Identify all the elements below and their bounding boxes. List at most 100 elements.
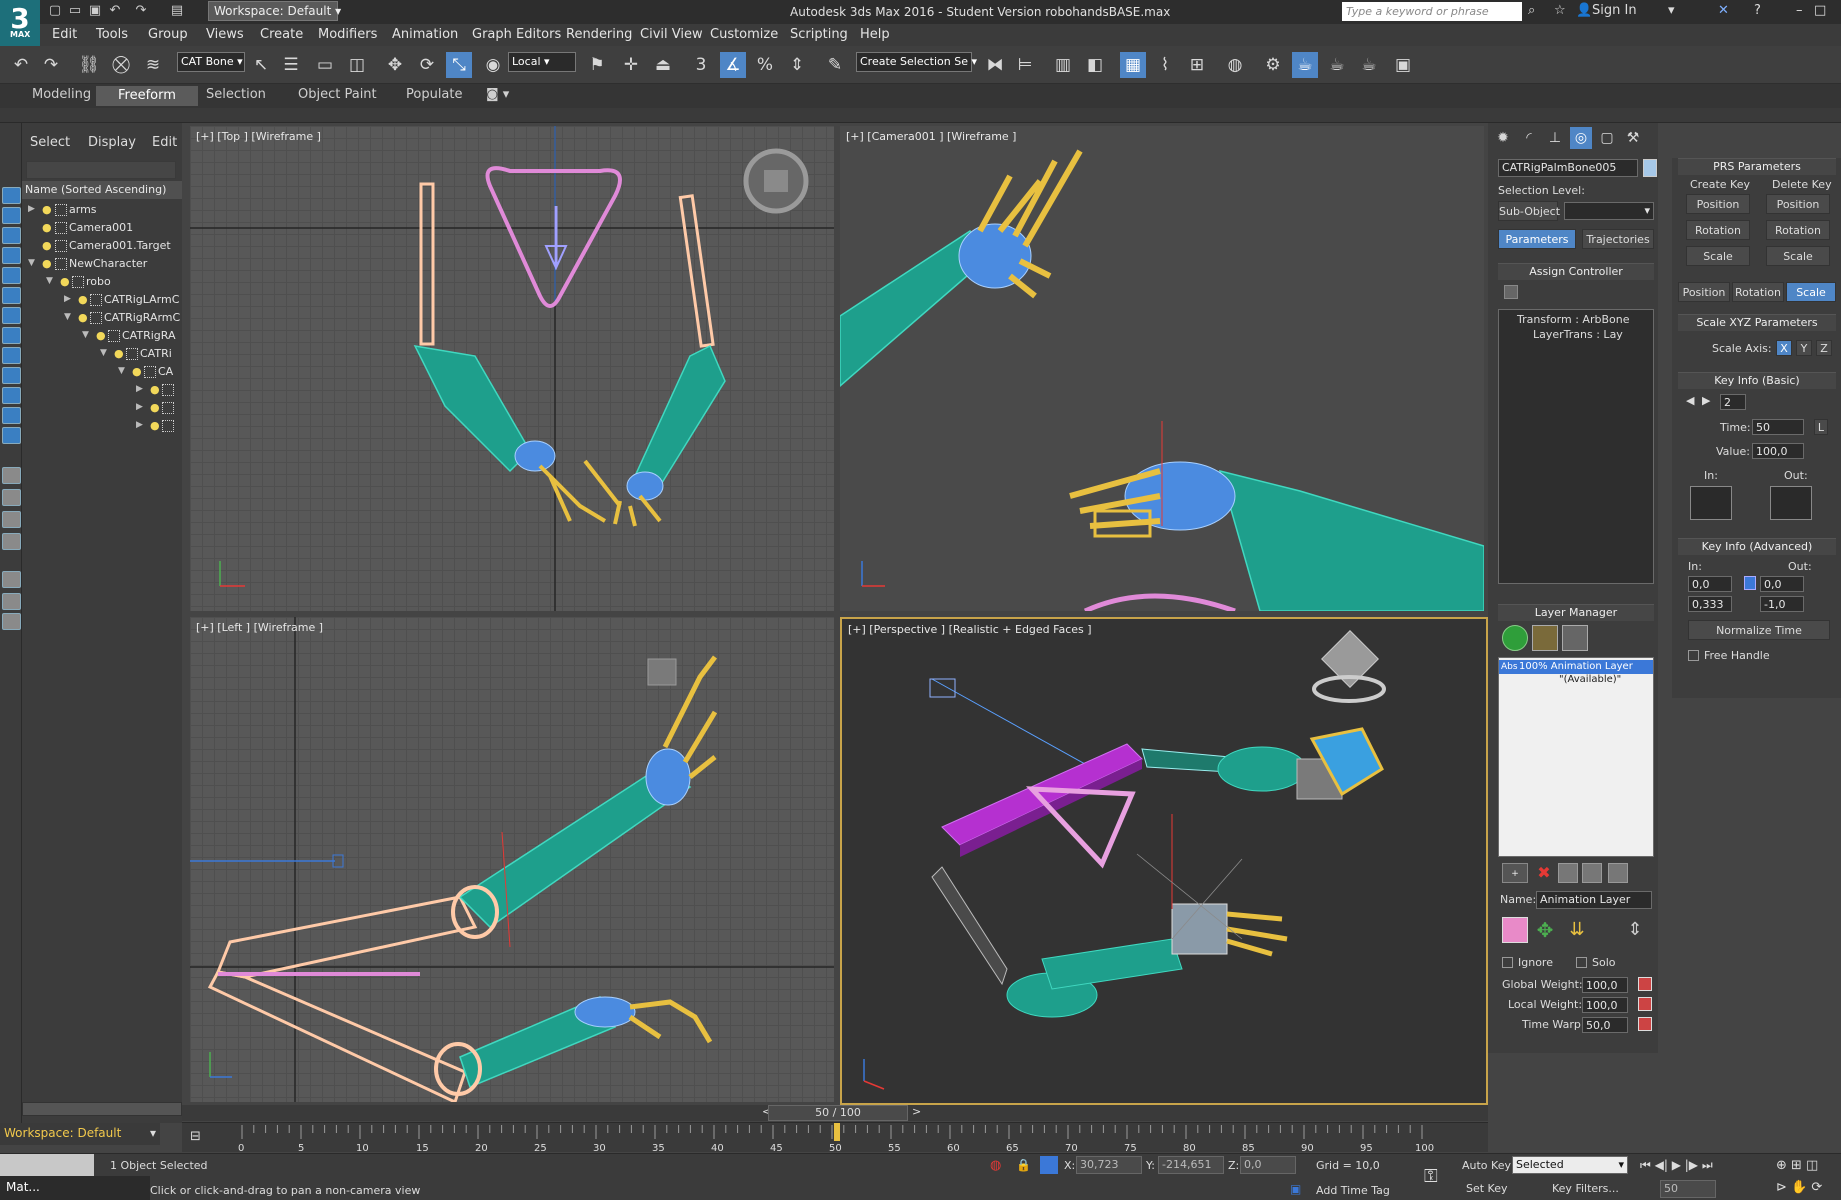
global-weight-key-icon[interactable] <box>1638 977 1652 991</box>
explorer-column-header[interactable]: Name (Sorted Ascending) <box>22 181 182 199</box>
workspace-dropdown[interactable]: Workspace: Default ▾ <box>208 1 341 21</box>
move-layer-icon[interactable]: ✥ <box>1532 917 1558 943</box>
collapse-icon[interactable]: ▼ <box>64 312 71 322</box>
menu-modifiers[interactable]: Modifiers <box>318 27 377 42</box>
collapse-layer-icon[interactable] <box>1608 863 1628 883</box>
collapse-down-icon[interactable]: ⇊ <box>1564 917 1590 943</box>
assign-controller-rollout[interactable]: Assign Controller <box>1498 263 1654 280</box>
collapse-icon[interactable]: ▼ <box>82 330 89 340</box>
move-icon[interactable]: ✥ <box>382 52 408 78</box>
key-mode-dropdown[interactable]: Selected ▾ <box>1512 1156 1628 1174</box>
display-spacewarps-icon[interactable] <box>2 307 21 324</box>
add-layer-icon[interactable]: + <box>1502 863 1528 883</box>
window-crossing-icon[interactable]: ◫ <box>344 52 370 78</box>
prs-parameters-rollout[interactable]: PRS Parameters <box>1678 158 1836 175</box>
redo-icon[interactable]: ↷ <box>38 52 64 78</box>
normalize-time-button[interactable]: Normalize Time <box>1688 620 1830 640</box>
tree-item[interactable]: ▼ ● CATRigRArmC <box>22 309 182 327</box>
visibility-icon[interactable]: ● <box>150 401 160 414</box>
bind-space-warp-icon[interactable]: ≋ <box>140 52 166 78</box>
selection-set-dropdown[interactable]: Create Selection Se ▾ <box>856 52 977 72</box>
next-frame-icon[interactable]: > <box>912 1105 921 1118</box>
visibility-icon[interactable]: ● <box>96 329 106 342</box>
delete-position-key-button[interactable]: Position <box>1766 194 1830 214</box>
menu-civil-view[interactable]: Civil View <box>640 27 703 42</box>
global-weight-field[interactable]: 100,0 <box>1582 977 1628 993</box>
layer-list[interactable]: Abs 100% Animation Layer "(Available)" <box>1498 657 1654 857</box>
tab-populate[interactable]: Populate <box>406 87 463 102</box>
visibility-icon[interactable]: ● <box>42 203 52 216</box>
menu-graph-editors[interactable]: Graph Editors <box>472 27 561 42</box>
place-icon[interactable]: ◉ <box>480 52 506 78</box>
parameters-button[interactable]: Parameters <box>1498 229 1576 249</box>
local-weight-field[interactable]: 100,0 <box>1582 997 1628 1013</box>
display-hidden-icon[interactable] <box>2 427 21 444</box>
layers-icon[interactable] <box>2 533 21 550</box>
edit-named-selection-icon[interactable]: ✎ <box>822 52 848 78</box>
display-cameras-icon[interactable] <box>2 267 21 284</box>
lock-button[interactable]: L <box>1814 419 1828 435</box>
rotation-button[interactable]: Rotation <box>1732 282 1784 302</box>
display-bones-icon[interactable] <box>2 367 21 384</box>
columns-icon[interactable] <box>2 489 21 506</box>
track-bar[interactable]: ⊟ 0 5 10 15 20 25 30 35 40 45 50 55 60 6… <box>182 1122 1488 1154</box>
sync-icon[interactable] <box>2 613 21 630</box>
layer-table-icon[interactable] <box>1562 625 1588 651</box>
current-frame-field[interactable]: 50 <box>1660 1180 1716 1198</box>
out-tangent-icon[interactable] <box>1770 486 1812 520</box>
key-filters-button[interactable]: Key Filters... <box>1552 1182 1619 1195</box>
trajectories-button[interactable]: Trajectories <box>1582 229 1654 249</box>
tree-item[interactable]: ▶ ● CATRigLArmC <box>22 291 182 309</box>
playback-controls[interactable]: ⏮ ◀| ▶ |▶ ⏭ <box>1640 1158 1713 1173</box>
axis-x-button[interactable]: X <box>1776 340 1792 356</box>
render-iterative-icon[interactable]: ☕ <box>1356 52 1382 78</box>
undo-icon[interactable]: ↶ <box>106 2 124 20</box>
layer-tools-icon[interactable] <box>1532 625 1558 651</box>
render-setup-icon[interactable]: ⚙ <box>1260 52 1286 78</box>
time-warp-key-icon[interactable] <box>1638 1017 1652 1031</box>
scene-explorer-icon[interactable]: ▥ <box>1050 52 1076 78</box>
display-helpers-icon[interactable] <box>2 287 21 304</box>
display-geometry-icon[interactable] <box>2 207 21 224</box>
expand-icon[interactable]: ▶ <box>136 402 143 412</box>
z-coordinate-field[interactable]: 0,0 <box>1240 1156 1296 1174</box>
tree-item[interactable]: ▶ ● arms <box>22 201 182 219</box>
motion-tab-icon[interactable]: ◎ <box>1570 127 1592 149</box>
undo-icon[interactable]: ↶ <box>8 52 34 78</box>
render-production-icon[interactable]: ☕ <box>1324 52 1350 78</box>
display-none-icon[interactable] <box>2 187 21 204</box>
visibility-icon[interactable]: ● <box>114 347 124 360</box>
expand-icon[interactable]: ▶ <box>64 294 71 304</box>
viewport-left[interactable]: [+] [Left ] [Wireframe ] <box>190 617 834 1102</box>
isolate-icon[interactable]: ◍ <box>990 1158 1001 1173</box>
tree-item[interactable]: ▼ ● robo <box>22 273 182 291</box>
next-key-icon[interactable]: ▶ <box>1702 394 1710 407</box>
auto-key-button[interactable]: Auto Key <box>1462 1159 1511 1172</box>
lock-tangent-icon[interactable] <box>1744 576 1756 590</box>
object-name-field[interactable]: CATRigPalmBone005 <box>1498 159 1638 177</box>
viewport-label[interactable]: [+] [Perspective ] [Realistic + Edged Fa… <box>848 623 1092 636</box>
ignore-checkbox[interactable] <box>1502 957 1513 968</box>
explorer-tab-edit[interactable]: Edit <box>152 135 177 150</box>
select-by-name-icon[interactable]: ☰ <box>278 52 304 78</box>
display-shapes-icon[interactable] <box>2 227 21 244</box>
key-icon[interactable]: ⚿ <box>1424 1166 1438 1187</box>
new-file-icon[interactable]: ▢ <box>46 2 64 20</box>
visibility-icon[interactable]: ● <box>78 293 88 306</box>
adv-out-field[interactable]: 0,0 <box>1760 576 1804 592</box>
render-cloud-icon[interactable]: ▣ <box>1390 52 1416 78</box>
time-slider-knob[interactable]: 50 / 100 <box>768 1105 908 1121</box>
controller-item[interactable]: Transform : ArbBone <box>1517 313 1629 326</box>
x-coordinate-field[interactable]: 30,723 <box>1076 1156 1142 1174</box>
select-object-icon[interactable]: ↖ <box>248 52 274 78</box>
axis-y-button[interactable]: Y <box>1796 340 1812 356</box>
key-info-advanced-rollout[interactable]: Key Info (Advanced) <box>1678 538 1836 555</box>
prev-key-icon[interactable]: ◀ <box>1686 394 1694 407</box>
collapse-icon[interactable]: ▼ <box>118 366 125 376</box>
layer-name-field[interactable]: Animation Layer <box>1536 891 1652 909</box>
maximize-icon[interactable]: □ <box>1814 3 1826 18</box>
tab-modeling[interactable]: Modeling <box>32 87 91 102</box>
expand-icon[interactable]: ▶ <box>136 384 143 394</box>
local-weight-key-icon[interactable] <box>1638 997 1652 1011</box>
create-rotation-key-button[interactable]: Rotation <box>1686 220 1750 240</box>
